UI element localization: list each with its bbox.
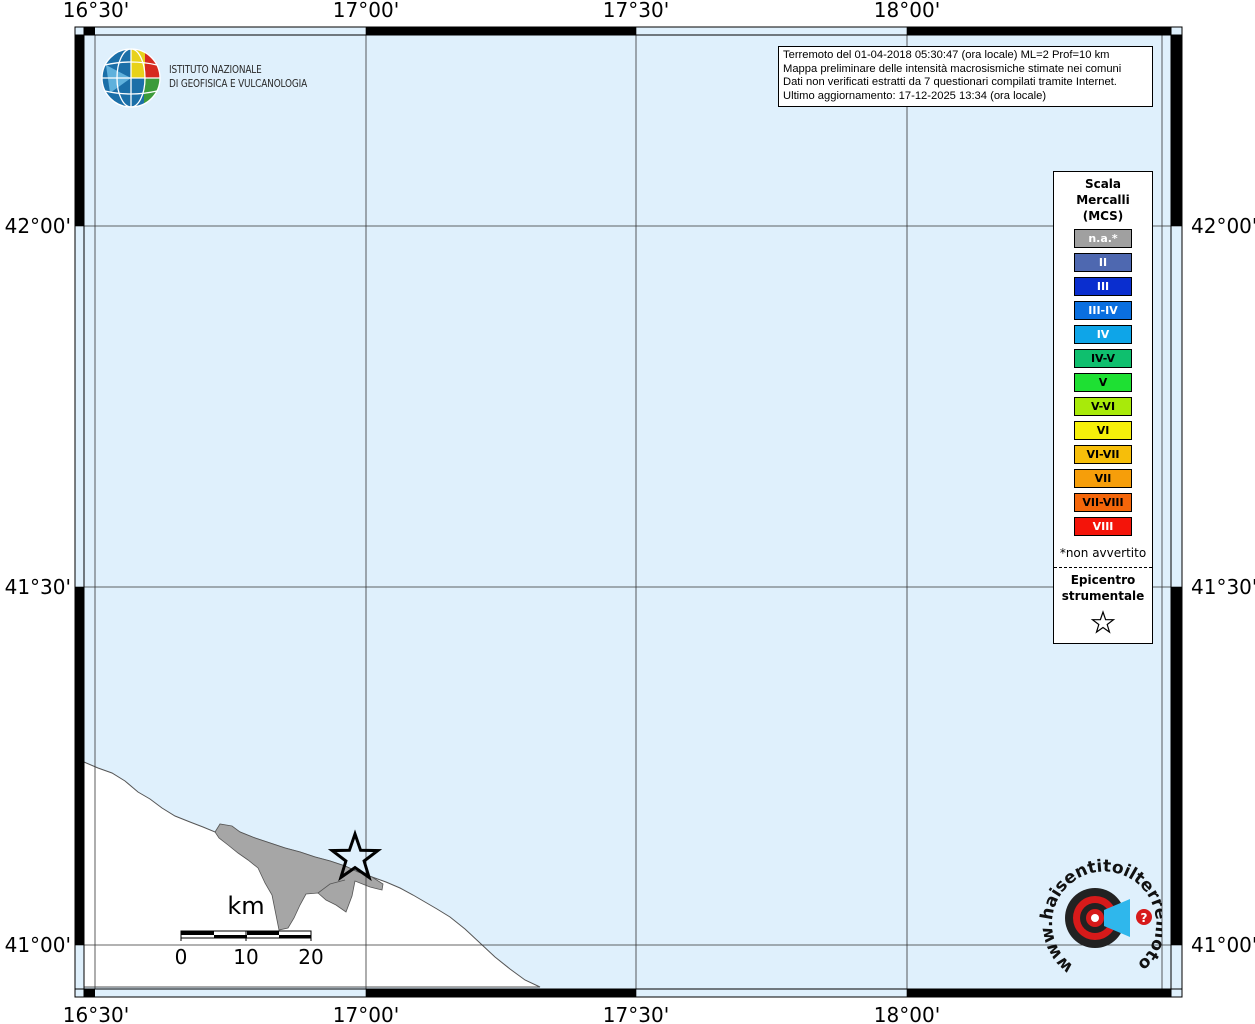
ingv-name-line2: DI GEOFISICA E VULCANOLOGIA <box>169 78 308 90</box>
lon-label-bottom: 18°00' <box>874 1003 940 1024</box>
star-icon <box>1090 610 1116 634</box>
lon-label-top: 18°00' <box>874 0 940 22</box>
legend-title-line: Scala <box>1084 177 1122 191</box>
scale-tick: 0 <box>175 945 188 969</box>
lat-label-left: 42°00' <box>5 214 71 238</box>
lon-label-top: 17°00' <box>333 0 399 22</box>
legend-item: III-IV <box>1074 301 1132 320</box>
scale-tick: 10 <box>233 945 258 969</box>
legend-title-line: (MCS) <box>1082 209 1124 223</box>
ingv-logo <box>100 47 164 115</box>
lon-label-bottom: 16°30' <box>63 1003 129 1024</box>
earthquake-info-box: Terremoto del 01-04-2018 05:30:47 (ora l… <box>778 46 1153 107</box>
legend-item: IV <box>1074 325 1132 344</box>
legend-epicenter-label: Epicentro strumentale <box>1054 572 1152 604</box>
legend-epicenter-line: strumentale <box>1061 589 1145 603</box>
hsit-logo: www.haisentitoilterremoto.it ? <box>1028 840 1172 984</box>
scale-tick: 20 <box>298 945 323 969</box>
info-line-source: Dati non verificati estratti da 7 questi… <box>783 76 1117 88</box>
legend-item: VIII <box>1074 517 1132 536</box>
ingv-name-line1: ISTITUTO NAZIONALE <box>169 64 262 76</box>
lat-label-left: 41°30' <box>5 575 71 599</box>
legend-item: VI <box>1074 421 1132 440</box>
lat-label-right: 42°00' <box>1191 214 1255 238</box>
lon-label-bottom: 17°00' <box>333 1003 399 1024</box>
legend-items: n.a.* II III III-IV IV IV-V V V-VI VI VI-VII VII VI… <box>1074 229 1132 541</box>
lat-label-left: 41°00' <box>5 933 71 957</box>
legend-item: VII <box>1074 469 1132 488</box>
ingv-name: ISTITUTO NAZIONALE DI GEOFISICA E VULCAN… <box>169 63 307 91</box>
hsit-logo-graphic: www.haisentitoilterremoto.it ? <box>1028 840 1172 977</box>
lon-label-top: 16°30' <box>63 0 129 22</box>
legend-item: III <box>1074 277 1132 296</box>
info-line-event: Terremoto del 01-04-2018 05:30:47 (ora l… <box>783 49 1110 61</box>
info-line-updated: Ultimo aggiornamento: 17-12-2025 13:34 (… <box>783 89 1047 102</box>
legend-item: VI-VII <box>1074 445 1132 464</box>
legend-separator <box>1054 567 1152 568</box>
legend-item: V <box>1074 373 1132 392</box>
lat-label-right: 41°30' <box>1191 575 1255 599</box>
legend-item: IV-V <box>1074 349 1132 368</box>
svg-text:?: ? <box>1141 911 1148 925</box>
globe-icon <box>101 48 161 108</box>
legend-note: *non avvertito <box>1059 546 1147 560</box>
legend-item: VII-VIII <box>1074 493 1132 512</box>
legend-epicenter-line: Epicentro <box>1070 573 1136 587</box>
lat-label-right: 41°00' <box>1191 933 1255 957</box>
legend-title: Scala Mercalli (MCS) <box>1054 176 1152 224</box>
scale-bar-unit: km <box>227 892 264 920</box>
mcs-legend: Scala Mercalli (MCS) n.a.* II III III-IV IV I… <box>1053 171 1153 644</box>
legend-item: II <box>1074 253 1132 272</box>
legend-item: n.a.* <box>1074 229 1132 248</box>
legend-item: V-VI <box>1074 397 1132 416</box>
legend-title-line: Mercalli <box>1076 193 1130 207</box>
lon-label-top: 17°30' <box>603 0 669 22</box>
lon-label-bottom: 17°30' <box>603 1003 669 1024</box>
info-line-description: Mappa preliminare delle intensità macros… <box>783 62 1122 75</box>
